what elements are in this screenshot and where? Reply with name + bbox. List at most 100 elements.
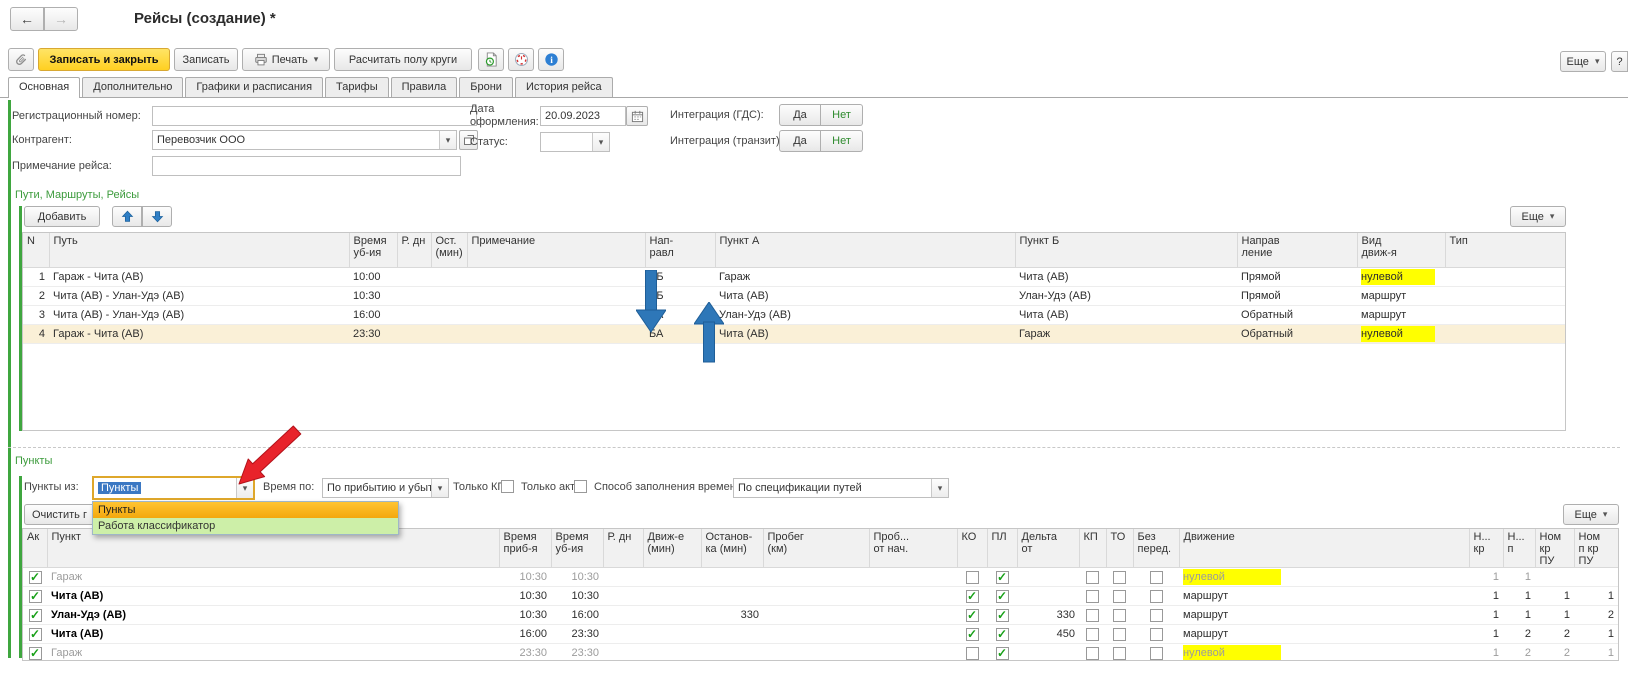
- column-header[interactable]: Ак: [23, 529, 47, 568]
- tab-Основная[interactable]: Основная: [8, 77, 80, 98]
- routes-table[interactable]: NПутьВремя уб-ияР. днОст. (мин)Примечани…: [22, 232, 1566, 431]
- checkbox[interactable]: ✓: [966, 609, 979, 622]
- forward-button[interactable]: →: [44, 7, 78, 31]
- checkbox[interactable]: ✓: [29, 571, 42, 584]
- save-close-button[interactable]: Записать и закрыть: [38, 48, 170, 71]
- column-header[interactable]: КО: [957, 529, 987, 568]
- only-kp-checkbox[interactable]: [501, 480, 514, 493]
- column-header[interactable]: Без перед.: [1133, 529, 1179, 568]
- chevron-down-icon[interactable]: ▾: [592, 133, 609, 151]
- checkbox[interactable]: [1150, 647, 1163, 660]
- checkbox[interactable]: [1150, 571, 1163, 584]
- route-row[interactable]: 3Чита (АВ) - Улан-Удэ (АВ)16:00БАУлан-Уд…: [23, 305, 1565, 324]
- fill-method-select[interactable]: По спецификации путей ▾: [733, 478, 949, 498]
- chevron-down-icon[interactable]: ▾: [439, 131, 456, 149]
- column-header[interactable]: Останов- ка (мин): [701, 529, 763, 568]
- checkbox[interactable]: ✓: [996, 590, 1009, 603]
- checkbox[interactable]: [1086, 628, 1099, 641]
- column-header[interactable]: Р. дн: [397, 233, 431, 267]
- dropdown-option[interactable]: Работа классификатор: [93, 518, 398, 534]
- column-header[interactable]: Ном п кр ПУ: [1574, 529, 1618, 568]
- points-from-select[interactable]: Пункты ▾: [92, 476, 255, 500]
- checkbox[interactable]: ✓: [996, 571, 1009, 584]
- checkbox[interactable]: [1150, 628, 1163, 641]
- checkbox[interactable]: [1113, 571, 1126, 584]
- routes-more-button[interactable]: Еще▾: [1510, 206, 1566, 227]
- column-header[interactable]: Движение: [1179, 529, 1469, 568]
- checkbox[interactable]: ✓: [29, 590, 42, 603]
- attach-button[interactable]: [8, 48, 34, 71]
- transit-no-button[interactable]: Нет: [821, 130, 863, 152]
- move-up-button[interactable]: [112, 206, 142, 227]
- back-button[interactable]: ←: [10, 7, 44, 31]
- tab-Дополнительно[interactable]: Дополнительно: [82, 77, 183, 97]
- column-header[interactable]: Путь: [49, 233, 349, 267]
- column-header[interactable]: Тип: [1445, 233, 1565, 267]
- column-header[interactable]: Движ-е (мин): [643, 529, 701, 568]
- checkbox[interactable]: ✓: [996, 647, 1009, 660]
- add-route-button[interactable]: Добавить: [24, 206, 100, 227]
- checkbox[interactable]: [1113, 628, 1126, 641]
- reg-number-input[interactable]: [152, 106, 477, 126]
- checkbox[interactable]: [1086, 609, 1099, 622]
- column-header[interactable]: Р. дн: [603, 529, 643, 568]
- column-header[interactable]: Время уб-ия: [349, 233, 397, 267]
- route-row[interactable]: 1Гараж - Чита (АВ)10:00АБГаражЧита (АВ)П…: [23, 267, 1565, 286]
- column-header[interactable]: N: [23, 233, 49, 267]
- checkbox[interactable]: ✓: [29, 628, 42, 641]
- help-button[interactable]: ?: [1611, 51, 1628, 72]
- checkbox[interactable]: [966, 571, 979, 584]
- calc-half-circles-button[interactable]: Расчитать полу круги: [334, 48, 472, 71]
- status-input[interactable]: ▾: [540, 132, 610, 152]
- checkbox[interactable]: ✓: [29, 609, 42, 622]
- print-button[interactable]: Печать▾: [242, 48, 330, 71]
- tab-Тарифы[interactable]: Тарифы: [325, 77, 389, 97]
- column-header[interactable]: КП: [1079, 529, 1106, 568]
- column-header[interactable]: Пункт А: [715, 233, 1015, 267]
- column-header[interactable]: Пробег (км): [763, 529, 869, 568]
- timer-button[interactable]: [508, 48, 534, 71]
- column-header[interactable]: Проб... от нач.: [869, 529, 957, 568]
- route-row[interactable]: 4Гараж - Чита (АВ)23:30БАЧита (АВ)ГаражО…: [23, 324, 1565, 343]
- points-table[interactable]: АкПунктВремя приб-яВремя уб-ияР. днДвиж-…: [22, 528, 1619, 661]
- calendar-button[interactable]: [626, 106, 648, 126]
- column-header[interactable]: Вид движ-я: [1357, 233, 1445, 267]
- gds-no-button[interactable]: Нет: [821, 104, 863, 126]
- point-row[interactable]: ✓Чита (АВ)10:3010:30✓✓маршрут1111: [23, 587, 1618, 606]
- column-header[interactable]: Н... кр: [1469, 529, 1503, 568]
- checkbox[interactable]: [1150, 609, 1163, 622]
- column-header[interactable]: Пункт Б: [1015, 233, 1237, 267]
- tab-Графики и расписания[interactable]: Графики и расписания: [185, 77, 323, 97]
- note-input[interactable]: [152, 156, 461, 176]
- chevron-down-icon[interactable]: ▾: [236, 478, 253, 498]
- checkbox[interactable]: [1113, 647, 1126, 660]
- transit-yes-button[interactable]: Да: [779, 130, 821, 152]
- point-row[interactable]: ✓Гараж10:3010:30✓нулевой11: [23, 568, 1618, 587]
- column-header[interactable]: Ост. (мин): [431, 233, 467, 267]
- checkbox[interactable]: ✓: [996, 609, 1009, 622]
- tab-Брони[interactable]: Брони: [459, 77, 513, 97]
- tab-Правила[interactable]: Правила: [391, 77, 458, 97]
- column-header[interactable]: Примечание: [467, 233, 645, 267]
- column-header[interactable]: ТО: [1106, 529, 1133, 568]
- checkbox[interactable]: [1113, 590, 1126, 603]
- chevron-down-icon[interactable]: ▾: [431, 479, 448, 497]
- contragent-input[interactable]: Перевозчик ООО ▾: [152, 130, 457, 150]
- column-header[interactable]: ПЛ: [987, 529, 1017, 568]
- point-row[interactable]: ✓Чита (АВ)16:0023:30✓✓450маршрут1221: [23, 625, 1618, 644]
- point-row[interactable]: ✓Гараж23:3023:30✓нулевой1221: [23, 644, 1618, 662]
- dropdown-option[interactable]: Пункты: [93, 502, 398, 518]
- more-button-top[interactable]: Еще▾: [1560, 51, 1606, 72]
- move-down-button[interactable]: [142, 206, 172, 227]
- column-header[interactable]: Время приб-я: [499, 529, 551, 568]
- checkbox[interactable]: ✓: [966, 628, 979, 641]
- date-input[interactable]: 20.09.2023: [540, 106, 626, 126]
- checkbox[interactable]: [1113, 609, 1126, 622]
- checkbox[interactable]: ✓: [996, 628, 1009, 641]
- points-more-button[interactable]: Еще▾: [1563, 504, 1619, 525]
- gds-yes-button[interactable]: Да: [779, 104, 821, 126]
- checkbox[interactable]: [1086, 590, 1099, 603]
- chevron-down-icon[interactable]: ▾: [931, 479, 948, 497]
- info-button[interactable]: i: [538, 48, 564, 71]
- checkbox[interactable]: [966, 647, 979, 660]
